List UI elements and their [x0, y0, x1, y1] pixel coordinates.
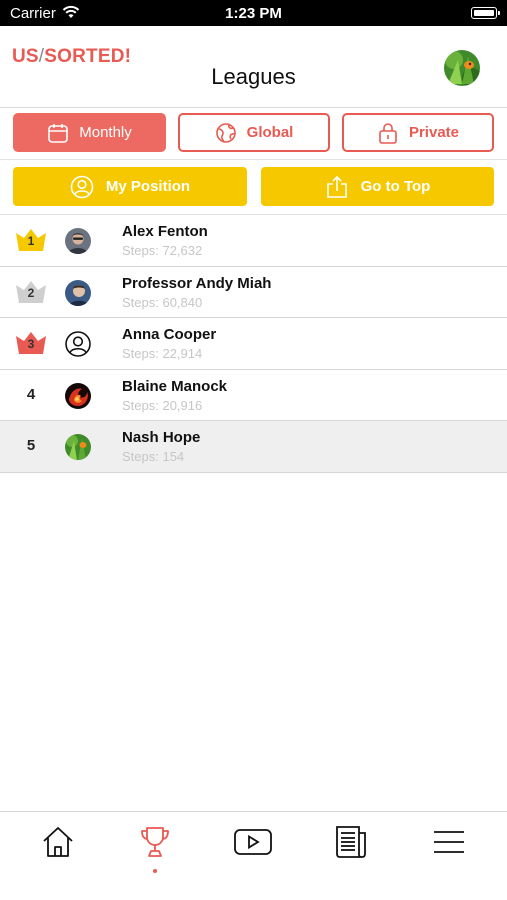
clock: 1:23 PM: [225, 5, 282, 22]
member-steps: Steps: 20,916: [122, 397, 203, 413]
tab-global[interactable]: Global: [178, 113, 330, 152]
page-title: Leagues: [211, 64, 296, 89]
leaderboard-row[interactable]: 1 Alex Fenton Steps: 72,632: [0, 215, 507, 267]
video-play-icon: [233, 827, 273, 862]
tab-monthly[interactable]: Monthly: [13, 113, 166, 152]
globe-icon: [215, 122, 237, 144]
member-steps: Steps: 154: [122, 449, 185, 464]
my-position-button[interactable]: My Position: [13, 167, 247, 206]
member-steps: Steps: 72,632: [122, 243, 203, 258]
leaderboard-row[interactable]: 4 Blaine Manock Steps: 20,916: [0, 369, 507, 421]
league-filter-tabs: Monthly Global Private: [0, 108, 507, 160]
nav-leagues[interactable]: [135, 824, 175, 864]
nav-home[interactable]: [38, 824, 78, 864]
leaderboard-row[interactable]: 3 Anna Cooper Steps: 22,914: [0, 318, 507, 370]
leaderboard-list: 1 Alex Fenton Steps: 72,632 2 Professor …: [0, 215, 507, 473]
hamburger-menu-icon: [432, 828, 466, 861]
tab-global-label: Global: [246, 124, 294, 141]
tab-private-label: Private: [408, 124, 460, 141]
nav-videos[interactable]: [233, 824, 273, 864]
app-header: US/SORTED! Leagues: [0, 26, 507, 108]
tab-monthly-label: Monthly: [79, 124, 132, 141]
nav-menu[interactable]: [429, 824, 469, 864]
member-steps: Steps: 22,914: [122, 346, 203, 361]
home-icon: [41, 825, 75, 864]
active-tab-indicator: [153, 869, 157, 873]
user-circle-icon: [70, 175, 94, 199]
my-position-label: My Position: [105, 178, 191, 195]
avatar: [65, 228, 91, 254]
silver-crown-icon: 2: [15, 280, 47, 304]
avatar: [65, 382, 91, 409]
profile-avatar[interactable]: [444, 50, 480, 86]
newspaper-icon: [334, 825, 368, 864]
tab-private[interactable]: Private: [342, 113, 494, 152]
member-name: Blaine Manock: [122, 377, 228, 395]
member-name: Professor Andy Miah: [122, 274, 272, 292]
avatar: [65, 434, 91, 460]
member-name: Anna Cooper: [122, 326, 217, 343]
rank-number: 5: [26, 437, 36, 454]
lock-icon: [377, 122, 399, 144]
bronze-crown-icon: 3: [15, 331, 47, 355]
nav-news[interactable]: [331, 824, 371, 864]
bottom-tab-bar: [0, 811, 507, 900]
member-name: Alex Fenton: [122, 223, 208, 240]
status-bar: Carrier 1:23 PM: [0, 0, 507, 26]
gold-crown-icon: 1: [15, 228, 47, 252]
go-to-top-button[interactable]: Go to Top: [261, 167, 494, 206]
leaderboard-actions: My Position Go to Top: [0, 160, 507, 215]
member-steps: Steps: 60,840: [122, 294, 203, 310]
calendar-icon: [47, 122, 69, 144]
leaderboard-row[interactable]: 2 Professor Andy Miah Steps: 60,840: [0, 266, 507, 318]
member-name: Nash Hope: [122, 429, 201, 446]
leaderboard-row-current-user[interactable]: 5 Nash Hope Steps: 154: [0, 421, 507, 473]
rank-number: 4: [26, 385, 36, 403]
go-to-top-label: Go to Top: [360, 178, 431, 195]
upload-arrow-icon: [325, 175, 349, 199]
battery-icon: [471, 7, 500, 19]
trophy-icon: [138, 825, 172, 864]
default-avatar-icon: [65, 331, 91, 357]
avatar: [65, 279, 91, 306]
